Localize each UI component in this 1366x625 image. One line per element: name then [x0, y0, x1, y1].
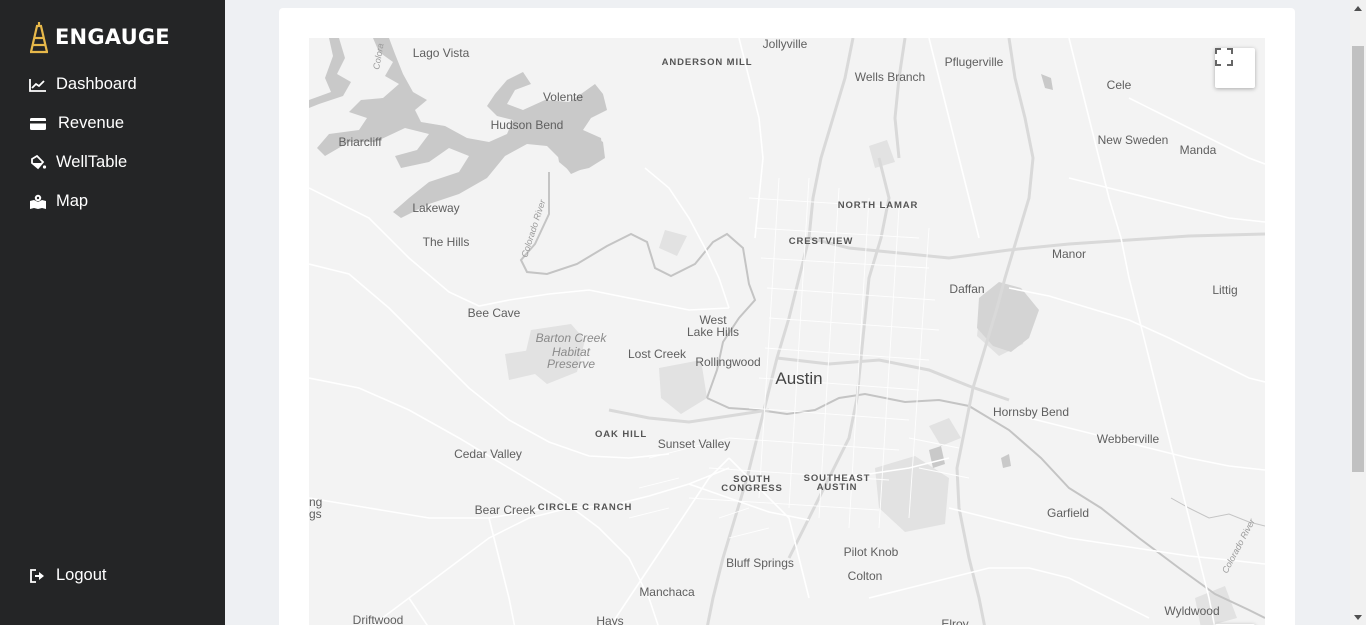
scroll-up-arrow-icon[interactable] — [1350, 0, 1366, 16]
nav-item-map[interactable]: Map — [28, 192, 88, 211]
svg-text:Volente: Volente — [543, 90, 583, 104]
svg-text:Driftwood: Driftwood — [353, 613, 404, 625]
svg-text:Manchaca: Manchaca — [639, 585, 695, 599]
svg-text:New Sweden: New Sweden — [1098, 133, 1169, 147]
sign-out-icon — [28, 567, 48, 585]
nav-label-map: Map — [56, 192, 89, 210]
svg-text:Colton: Colton — [848, 569, 883, 583]
svg-text:Wyldwood: Wyldwood — [1164, 604, 1219, 618]
fullscreen-icon — [1215, 48, 1233, 66]
nav-label-dashboard: Dashboard — [56, 75, 137, 93]
svg-text:Preserve: Preserve — [547, 357, 595, 371]
main-content: Jollyville Lago Vista ANDERSON MILL Well… — [225, 0, 1350, 625]
svg-text:ANDERSON MILL: ANDERSON MILL — [662, 57, 753, 68]
svg-text:Garfield: Garfield — [1047, 506, 1089, 520]
scroll-down-arrow-icon[interactable] — [1350, 609, 1366, 625]
credit-card-icon — [28, 115, 48, 133]
svg-text:Manor: Manor — [1052, 247, 1086, 261]
map-container[interactable]: Jollyville Lago Vista ANDERSON MILL Well… — [309, 38, 1265, 625]
roads — [309, 38, 1265, 625]
svg-text:Pflugerville: Pflugerville — [945, 55, 1004, 69]
brand[interactable]: ENGAUGE — [28, 20, 170, 54]
page-scrollbar[interactable] — [1350, 0, 1366, 625]
svg-text:Colora: Colora — [371, 42, 385, 70]
svg-text:Briarcliff: Briarcliff — [338, 135, 382, 149]
svg-text:Barton Creek: Barton Creek — [536, 331, 608, 345]
oil-derrick-logo-icon — [29, 22, 49, 54]
map-canvas[interactable]: Jollyville Lago Vista ANDERSON MILL Well… — [309, 38, 1265, 625]
svg-text:Colorado River: Colorado River — [1220, 516, 1257, 575]
svg-text:CONGRESS: CONGRESS — [721, 483, 783, 494]
map-labels: Jollyville Lago Vista ANDERSON MILL Well… — [309, 38, 1257, 625]
svg-text:Austin: Austin — [775, 369, 822, 388]
svg-text:Hudson Bend: Hudson Bend — [491, 118, 564, 132]
svg-text:Cedar Valley: Cedar Valley — [454, 447, 522, 461]
nav-item-revenue[interactable]: Revenue — [28, 114, 124, 133]
nav-label-welltable: WellTable — [56, 153, 128, 171]
nav-label-logout: Logout — [56, 566, 107, 584]
scrollbar-thumb[interactable] — [1352, 46, 1364, 472]
line-chart-icon — [28, 76, 48, 94]
map-marked-icon — [28, 193, 48, 211]
svg-text:Elroy: Elroy — [941, 617, 968, 625]
svg-text:Cele: Cele — [1107, 78, 1132, 92]
svg-text:Littig: Littig — [1212, 283, 1237, 297]
svg-text:Pilot Knob: Pilot Knob — [844, 545, 899, 559]
svg-text:Lago Vista: Lago Vista — [413, 46, 470, 60]
svg-text:Lakeway: Lakeway — [412, 201, 459, 215]
nav-item-logout[interactable]: Logout — [28, 566, 106, 585]
nav-item-welltable[interactable]: WellTable — [28, 153, 127, 172]
svg-text:Bear Creek: Bear Creek — [475, 503, 537, 517]
svg-text:Hays: Hays — [596, 614, 623, 625]
svg-text:The Hills: The Hills — [423, 235, 470, 249]
svg-text:Wells Branch: Wells Branch — [855, 70, 925, 84]
svg-text:OAK HILL: OAK HILL — [595, 429, 647, 440]
svg-text:Lost Creek: Lost Creek — [628, 347, 687, 361]
fullscreen-button[interactable] — [1215, 48, 1255, 88]
svg-text:Webberville: Webberville — [1097, 432, 1160, 446]
svg-text:Bluff Springs: Bluff Springs — [726, 556, 794, 570]
svg-text:Hornsby Bend: Hornsby Bend — [993, 405, 1069, 419]
svg-text:CRESTVIEW: CRESTVIEW — [789, 236, 854, 247]
svg-text:NORTH LAMAR: NORTH LAMAR — [838, 200, 919, 211]
svg-text:Rollingwood: Rollingwood — [695, 355, 760, 369]
brand-name: ENGAUGE — [55, 25, 170, 49]
svg-text:Lake Hills: Lake Hills — [687, 325, 739, 339]
nav-label-revenue: Revenue — [58, 114, 125, 132]
svg-text:CIRCLE C RANCH: CIRCLE C RANCH — [538, 502, 632, 513]
nav-item-dashboard[interactable]: Dashboard — [28, 75, 137, 94]
svg-text:AUSTIN: AUSTIN — [817, 482, 858, 493]
svg-text:Sunset Valley: Sunset Valley — [658, 437, 731, 451]
svg-text:Manda: Manda — [1180, 143, 1217, 157]
svg-text:Jollyville: Jollyville — [763, 38, 808, 51]
fill-drip-icon — [28, 154, 48, 172]
svg-text:Bee Cave: Bee Cave — [468, 306, 521, 320]
sidebar: ENGAUGE Dashboard Revenue WellTable Map … — [0, 0, 225, 625]
svg-text:gs: gs — [309, 507, 322, 521]
svg-text:Daffan: Daffan — [949, 282, 984, 296]
